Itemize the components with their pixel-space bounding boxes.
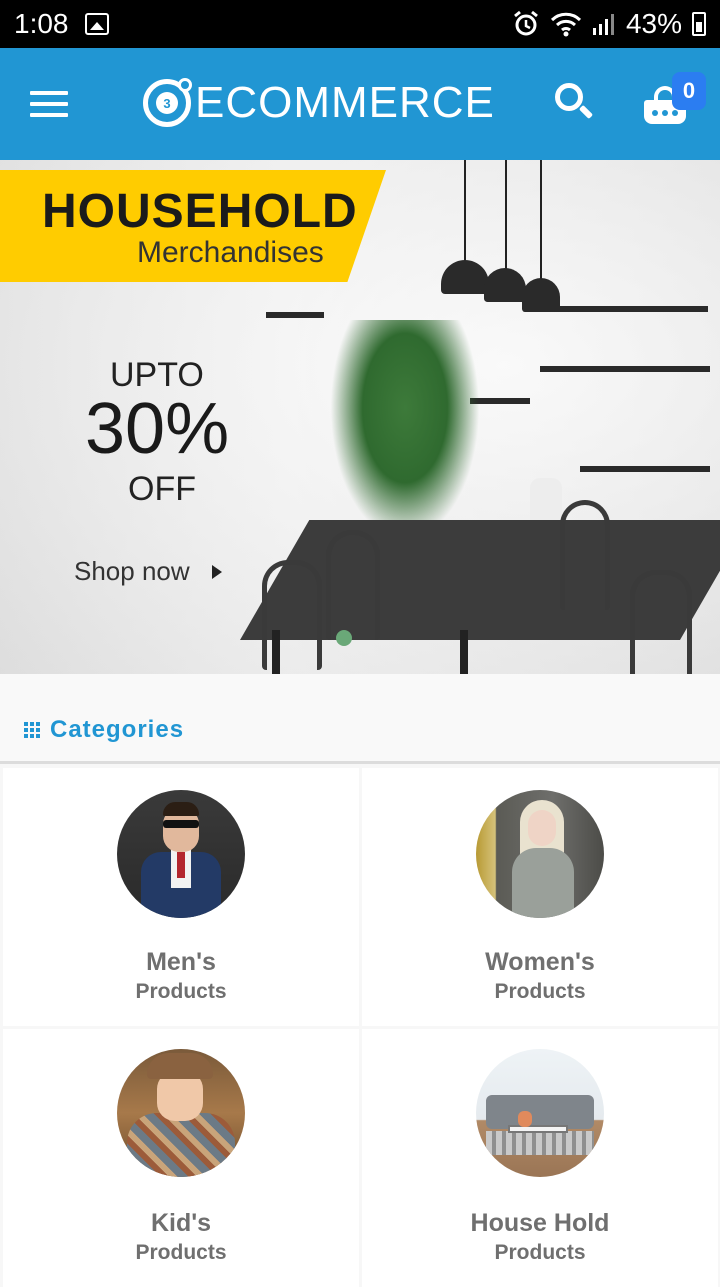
category-sub: Products: [494, 980, 586, 1003]
grid-icon: [24, 722, 40, 738]
logo-dot: [178, 78, 192, 92]
app-bar: 3 ECOMMERCE 0: [0, 48, 720, 160]
banner-tag: HOUSEHOLD Merchandises: [0, 170, 386, 282]
wall-shelf: [266, 312, 324, 318]
category-kids[interactable]: Kid's Products: [3, 1029, 359, 1287]
pendant-lamp: [505, 160, 507, 280]
household-avatar: [476, 1049, 604, 1177]
plant-illustration: [330, 320, 480, 540]
logo-mark: 3: [143, 78, 192, 127]
womens-avatar: [476, 790, 604, 918]
category-name: Kid's: [150, 1209, 212, 1237]
status-bar: 1:08 43%: [0, 0, 720, 48]
category-name: Women's: [485, 948, 595, 976]
shop-now-link[interactable]: Shop now: [74, 556, 222, 587]
shop-now-label: Shop now: [74, 556, 190, 586]
menu-icon[interactable]: [30, 91, 68, 117]
category-womens[interactable]: Women's Products: [362, 768, 718, 1026]
promo-banner[interactable]: HOUSEHOLD Merchandises UPTO 30% OFF Shop…: [0, 160, 720, 674]
search-icon[interactable]: [555, 83, 595, 123]
battery-icon: [692, 12, 706, 36]
logo-badge: 3: [156, 92, 178, 114]
chair: [560, 500, 610, 610]
signal-icon: [592, 14, 614, 35]
image-icon: [84, 13, 109, 35]
status-time: 1:08: [14, 8, 69, 39]
categories-header: Categories: [0, 674, 720, 764]
category-household[interactable]: House Hold Products: [362, 1029, 718, 1287]
category-mens[interactable]: Men's Products: [3, 768, 359, 1026]
play-arrow-icon: [211, 564, 222, 579]
banner-subheading: Merchandises: [137, 236, 324, 269]
app-logo[interactable]: 3 ECOMMERCE: [143, 78, 495, 128]
category-sub: Products: [135, 1241, 227, 1264]
chair: [262, 560, 322, 670]
offer-percent: 30%: [85, 389, 230, 469]
wall-shelf: [580, 466, 710, 472]
category-sub: Products: [494, 1241, 586, 1264]
logo-text: ECOMMERCE: [195, 78, 495, 127]
offer-off: OFF: [128, 470, 196, 508]
category-sub: Products: [135, 980, 227, 1003]
category-name: Men's: [146, 948, 216, 976]
wall-shelf: [540, 366, 710, 372]
battery-percent: 43%: [625, 8, 682, 39]
mens-avatar: [117, 790, 245, 918]
carousel-dot[interactable]: [336, 630, 352, 646]
chair: [326, 530, 380, 640]
banner-heading: HOUSEHOLD: [42, 185, 358, 238]
lamp-shade: [484, 268, 526, 302]
wifi-icon: [550, 12, 582, 37]
pendant-lamp: [464, 160, 466, 270]
cart-count-badge: 0: [672, 72, 706, 110]
category-name: House Hold: [470, 1209, 610, 1237]
categories-title: Categories: [50, 716, 185, 743]
alarm-icon: [514, 10, 538, 36]
status-icons: 43%: [512, 8, 706, 40]
pendant-lamp: [540, 160, 542, 288]
table-leg: [460, 630, 468, 674]
chair: [630, 570, 692, 674]
kids-avatar: [117, 1049, 245, 1177]
wall-shelf: [548, 306, 708, 312]
